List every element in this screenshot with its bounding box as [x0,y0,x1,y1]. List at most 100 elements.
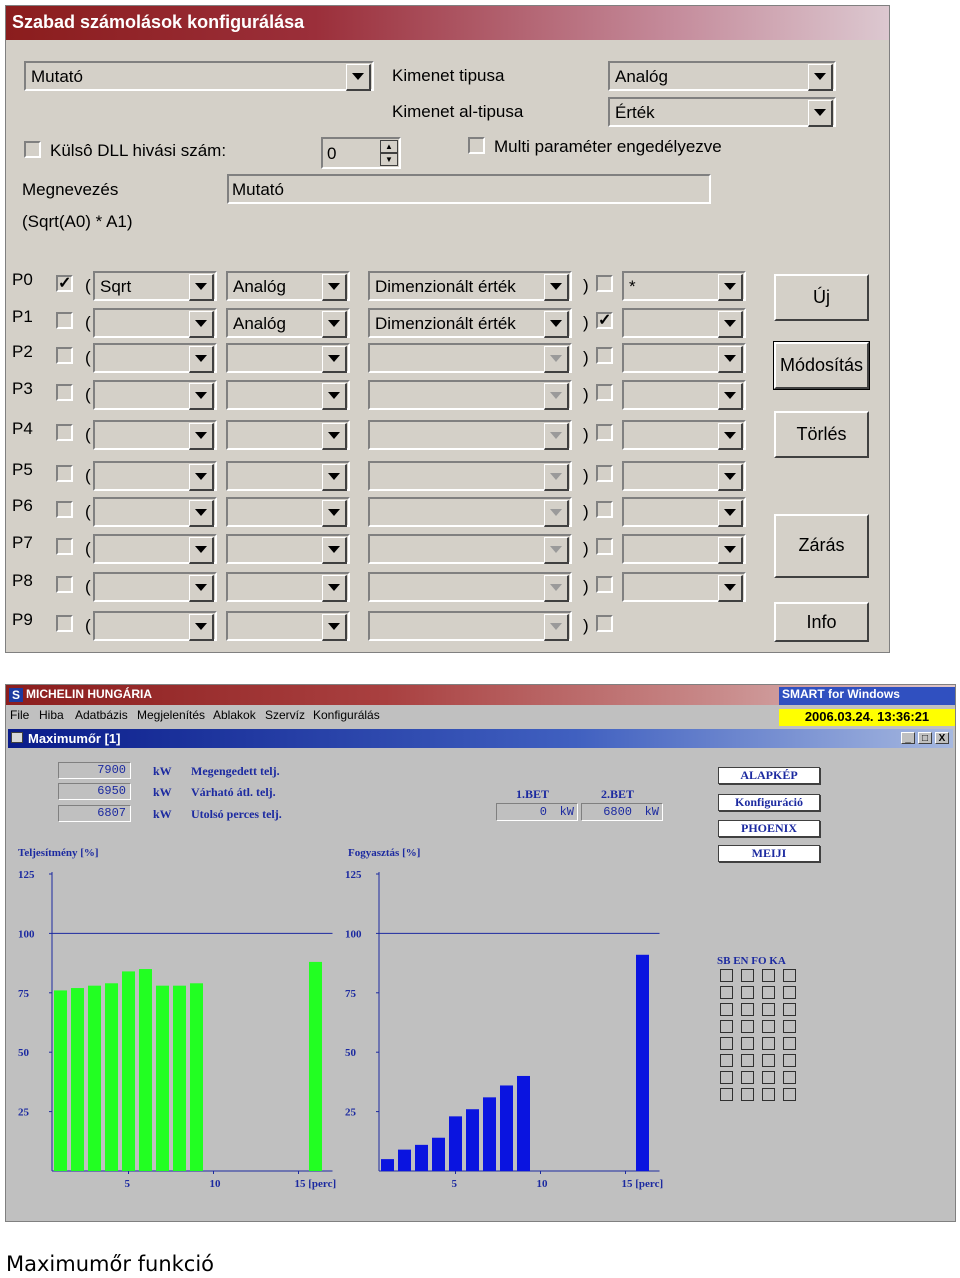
chevron-down-icon[interactable] [544,383,569,410]
param-op-combo[interactable] [622,343,746,373]
chevron-down-icon[interactable] [189,423,214,450]
menu-ablakok[interactable]: Ablakok [213,708,256,722]
param-op-combo[interactable] [622,380,746,410]
param-dim-combo[interactable] [368,572,572,602]
param-op-checkbox[interactable] [596,465,613,482]
chevron-down-icon[interactable] [189,575,214,602]
param-op-combo[interactable] [622,534,746,564]
param-kind-combo[interactable]: Analóg [226,271,350,301]
chevron-down-icon[interactable] [718,311,743,338]
param-func-combo[interactable]: Sqrt [93,271,217,301]
alapkep-button[interactable]: ALAPKÉP [718,767,820,784]
param-func-combo[interactable] [93,308,217,338]
param-enable-checkbox[interactable] [56,347,73,364]
chevron-down-icon[interactable] [189,464,214,491]
chevron-down-icon[interactable] [189,383,214,410]
param-op-checkbox[interactable] [596,384,613,401]
chevron-down-icon[interactable] [189,537,214,564]
chevron-down-icon[interactable] [189,346,214,373]
chevron-down-icon[interactable] [189,311,214,338]
chevron-down-icon[interactable] [544,575,569,602]
param-dim-combo[interactable]: Dimenzionált érték [368,271,572,301]
menu-adatbazis[interactable]: Adatbázis [75,708,128,722]
param-enable-checkbox[interactable] [56,501,73,518]
chevron-down-icon[interactable] [322,274,347,301]
chevron-down-icon[interactable] [322,346,347,373]
param-op-checkbox[interactable] [596,310,613,330]
param-enable-checkbox[interactable] [56,576,73,593]
chevron-down-icon[interactable] [322,614,347,641]
param-kind-combo[interactable]: Analóg [226,308,350,338]
param-dim-combo[interactable] [368,497,572,527]
param-func-combo[interactable] [93,343,217,373]
info-button[interactable]: Info [774,602,869,642]
param-dim-combo[interactable] [368,534,572,564]
modify-button[interactable]: Módosítás [773,341,870,390]
param-dim-combo[interactable] [368,343,572,373]
param-func-combo[interactable] [93,497,217,527]
param-func-combo[interactable] [93,380,217,410]
chevron-down-icon[interactable] [718,575,743,602]
dll-checkbox[interactable] [24,141,41,158]
chevron-down-icon[interactable] [718,423,743,450]
param-op-combo[interactable] [622,572,746,602]
chevron-down-icon[interactable] [544,500,569,527]
chevron-down-icon[interactable] [544,423,569,450]
param-op-checkbox[interactable] [596,347,613,364]
param-op-combo[interactable]: * [622,271,746,301]
chevron-down-icon[interactable] [322,464,347,491]
chevron-down-icon[interactable] [808,64,833,91]
param-enable-checkbox[interactable] [56,273,73,293]
dll-spinner[interactable]: 0 ▲ ▼ [321,137,401,169]
chevron-down-icon[interactable] [808,100,833,127]
phoenix-button[interactable]: PHOENIX [718,820,820,837]
param-op-checkbox[interactable] [596,615,613,632]
param-kind-combo[interactable] [226,343,350,373]
chevron-down-icon[interactable] [322,311,347,338]
output-type-combo[interactable]: Analóg [608,61,836,91]
param-enable-checkbox[interactable] [56,384,73,401]
param-op-combo[interactable] [622,308,746,338]
close-button[interactable]: Zárás [774,514,869,578]
type-combo[interactable]: Mutató [24,61,374,91]
chevron-down-icon[interactable] [322,575,347,602]
param-func-combo[interactable] [93,461,217,491]
param-enable-checkbox[interactable] [56,538,73,555]
param-kind-combo[interactable] [226,420,350,450]
param-op-checkbox[interactable] [596,538,613,555]
maximize-icon[interactable]: □ [918,732,932,744]
param-func-combo[interactable] [93,420,217,450]
chevron-down-icon[interactable] [544,464,569,491]
chevron-down-icon[interactable] [322,500,347,527]
chevron-down-icon[interactable] [718,537,743,564]
param-kind-combo[interactable] [226,461,350,491]
minimize-icon[interactable]: _ [901,732,915,744]
param-enable-checkbox[interactable] [56,465,73,482]
chevron-down-icon[interactable] [544,346,569,373]
chevron-down-icon[interactable] [718,383,743,410]
param-kind-combo[interactable] [226,611,350,641]
param-op-combo[interactable] [622,497,746,527]
spin-down-icon[interactable]: ▼ [380,153,398,166]
param-kind-combo[interactable] [226,534,350,564]
konfiguracio-button[interactable]: Konfiguráció [718,794,820,811]
param-func-combo[interactable] [93,534,217,564]
new-button[interactable]: Új [774,274,869,321]
chevron-down-icon[interactable] [322,383,347,410]
param-op-checkbox[interactable] [596,576,613,593]
chevron-down-icon[interactable] [322,423,347,450]
chevron-down-icon[interactable] [544,537,569,564]
param-op-checkbox[interactable] [596,501,613,518]
menu-megjelenites[interactable]: Megjelenítés [137,708,205,722]
param-enable-checkbox[interactable] [56,312,73,329]
chevron-down-icon[interactable] [189,274,214,301]
param-enable-checkbox[interactable] [56,615,73,632]
param-op-checkbox[interactable] [596,275,613,292]
param-dim-combo[interactable] [368,461,572,491]
param-dim-combo[interactable]: Dimenzionált érték [368,308,572,338]
chevron-down-icon[interactable] [189,614,214,641]
chevron-down-icon[interactable] [346,64,371,91]
param-func-combo[interactable] [93,572,217,602]
chevron-down-icon[interactable] [544,311,569,338]
param-op-combo[interactable] [622,461,746,491]
